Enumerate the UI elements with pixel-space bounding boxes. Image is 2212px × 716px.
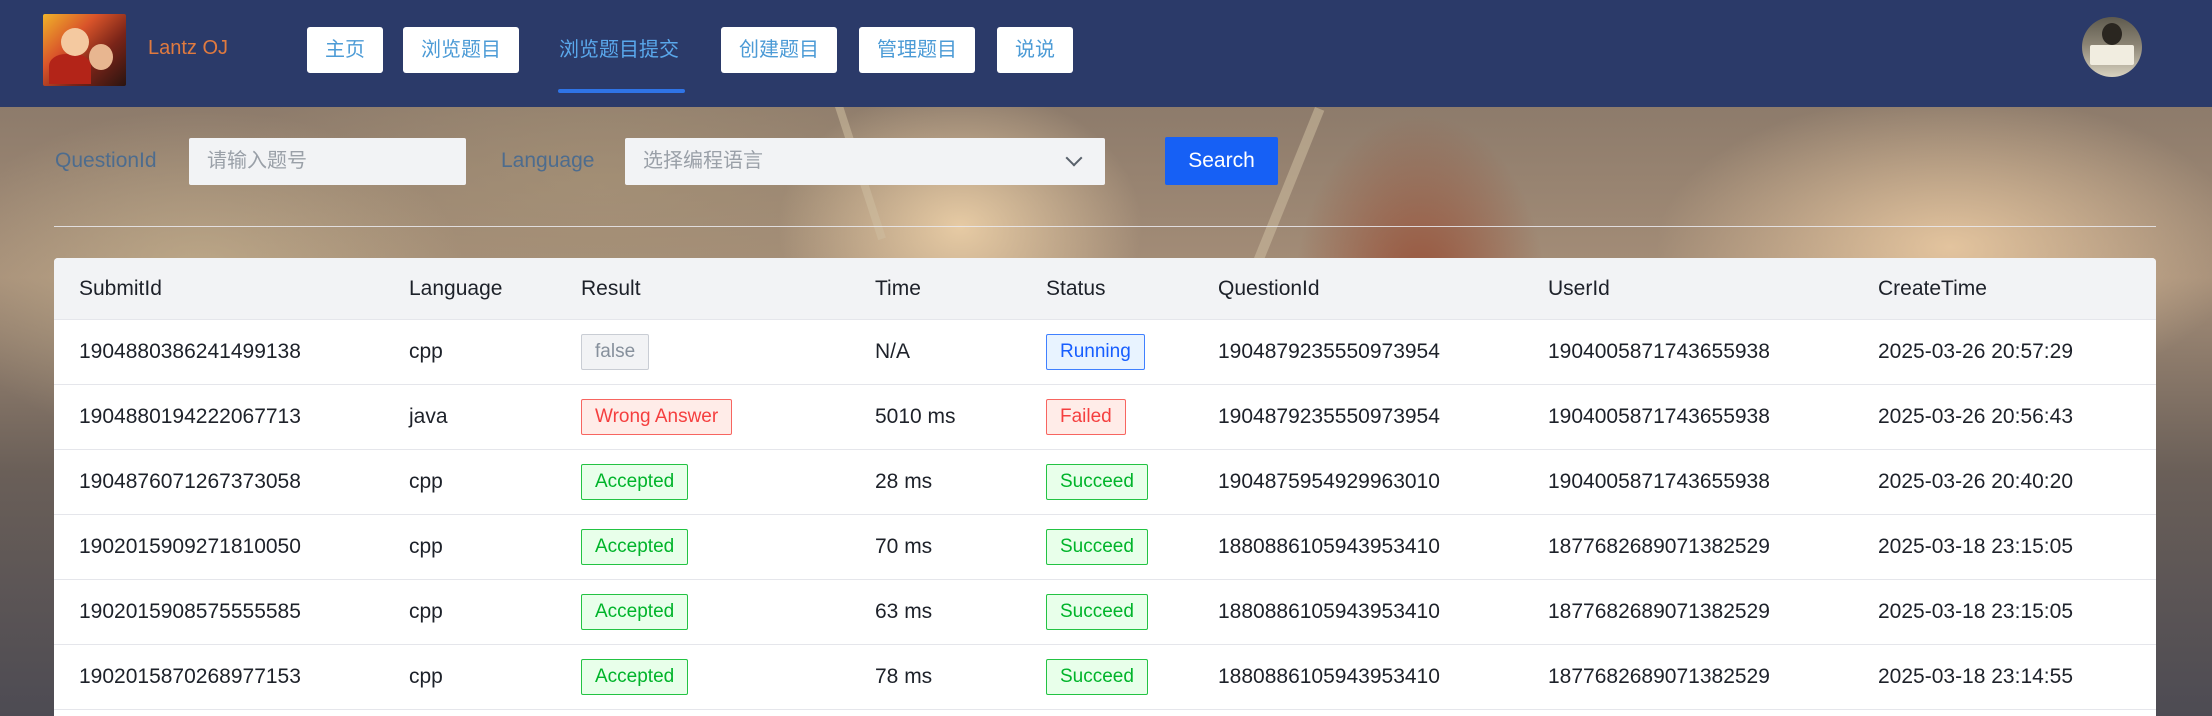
result-tag: Accepted (581, 659, 689, 695)
table-row[interactable]: 1904876071267373058 cpp Accepted 28 ms S… (54, 450, 2156, 515)
result-tag: Accepted (581, 464, 689, 500)
cell-submit-id: 1902015909271810050 (79, 535, 301, 558)
top-nav-bar: Lantz OJ 主页 浏览题目 浏览题目提交 创建题目 管理题目 说说 (0, 0, 2212, 107)
nav-browse-questions[interactable]: 浏览题目 (403, 27, 519, 73)
column-header-create-time: CreateTime (1878, 277, 1987, 300)
cell-create-time: 2025-03-26 20:40:20 (1878, 470, 2073, 493)
nav-manage-questions[interactable]: 管理题目 (859, 27, 975, 73)
cell-question-id: 1904879235550973954 (1218, 340, 1440, 363)
cell-submit-id: 1902015908575555585 (79, 600, 301, 623)
column-header-status: Status (1046, 277, 1106, 300)
column-header-user-id: UserId (1548, 277, 1610, 300)
user-avatar[interactable] (2082, 17, 2142, 77)
cell-question-id: 1880886105943953410 (1218, 535, 1440, 558)
language-select[interactable]: 选择编程语言 (625, 138, 1105, 185)
column-header-question-id: QuestionId (1218, 277, 1320, 300)
question-id-label: QuestionId (55, 149, 157, 172)
cell-user-id: 1877682689071382529 (1548, 600, 1770, 623)
nav-posts[interactable]: 说说 (997, 27, 1073, 73)
table-row[interactable]: 1904880386241499138 cpp false N/A Runnin… (54, 320, 2156, 385)
nav-browse-submissions[interactable]: 浏览题目提交 (559, 27, 679, 73)
cell-submit-id: 1904880194222067713 (79, 405, 301, 428)
cell-time: N/A (875, 340, 911, 363)
cell-time: 70 ms (875, 535, 933, 558)
result-tag: false (581, 334, 650, 370)
cell-submit-id: 1904880386241499138 (79, 340, 301, 363)
status-badge: Succeed (1046, 659, 1148, 695)
cell-user-id: 1904005871743655938 (1548, 340, 1770, 363)
cell-create-time: 2025-03-18 23:15:05 (1878, 535, 2073, 558)
cell-question-id: 1904875954929963010 (1218, 470, 1440, 493)
language-label: Language (501, 149, 595, 172)
submissions-table: SubmitId Language Result Time Status Que… (54, 258, 2156, 716)
status-badge: Succeed (1046, 464, 1148, 500)
cell-time: 28 ms (875, 470, 933, 493)
active-nav-indicator (558, 89, 685, 93)
cell-create-time: 2025-03-26 20:57:29 (1878, 340, 2073, 363)
site-title[interactable]: Lantz OJ (148, 37, 228, 60)
cell-time: 63 ms (875, 600, 933, 623)
cell-question-id: 1880886105943953410 (1218, 665, 1440, 688)
cell-time: 5010 ms (875, 405, 956, 428)
table-header: SubmitId Language Result Time Status Que… (54, 258, 2156, 320)
cell-create-time: 2025-03-26 20:56:43 (1878, 405, 2073, 428)
cell-submit-id: 1902015870268977153 (79, 665, 301, 688)
cell-submit-id: 1904876071267373058 (79, 470, 301, 493)
cell-user-id: 1877682689071382529 (1548, 535, 1770, 558)
column-header-result: Result (581, 277, 641, 300)
result-tag: Accepted (581, 594, 689, 630)
cell-create-time: 2025-03-18 23:15:05 (1878, 600, 2073, 623)
cell-user-id: 1904005871743655938 (1548, 470, 1770, 493)
column-header-submit-id: SubmitId (79, 277, 162, 300)
status-badge: Succeed (1046, 529, 1148, 565)
cell-language: cpp (409, 470, 443, 493)
cell-language: cpp (409, 340, 443, 363)
cell-time: 78 ms (875, 665, 933, 688)
cell-user-id: 1904005871743655938 (1548, 405, 1770, 428)
status-badge: Succeed (1046, 594, 1148, 630)
cell-question-id: 1904879235550973954 (1218, 405, 1440, 428)
cell-question-id: 1880886105943953410 (1218, 600, 1440, 623)
cell-language: cpp (409, 600, 443, 623)
cell-user-id: 1877682689071382529 (1548, 665, 1770, 688)
cell-language: cpp (409, 665, 443, 688)
table-row[interactable]: 1902015870268977153 cpp Accepted 78 ms S… (54, 645, 2156, 710)
result-tag: Accepted (581, 529, 689, 565)
table-row[interactable]: 1902015908575555585 cpp Accepted 63 ms S… (54, 580, 2156, 645)
cell-create-time: 2025-03-18 23:14:55 (1878, 665, 2073, 688)
result-tag: Wrong Answer (581, 399, 733, 435)
cell-language: java (409, 405, 448, 428)
table-row[interactable]: 1904880194222067713 java Wrong Answer 50… (54, 385, 2156, 450)
cell-language: cpp (409, 535, 443, 558)
nav-home[interactable]: 主页 (307, 27, 383, 73)
divider (54, 226, 2156, 227)
site-logo[interactable] (43, 14, 126, 86)
status-badge: Failed (1046, 399, 1126, 435)
status-badge: Running (1046, 334, 1145, 370)
column-header-time: Time (875, 277, 921, 300)
table-row[interactable]: 1902015909271810050 cpp Accepted 70 ms S… (54, 515, 2156, 580)
nav-create-question[interactable]: 创建题目 (721, 27, 837, 73)
question-id-input[interactable]: 请输入题号 (189, 138, 466, 185)
column-header-language: Language (409, 277, 503, 300)
search-button[interactable]: Search (1165, 137, 1278, 185)
